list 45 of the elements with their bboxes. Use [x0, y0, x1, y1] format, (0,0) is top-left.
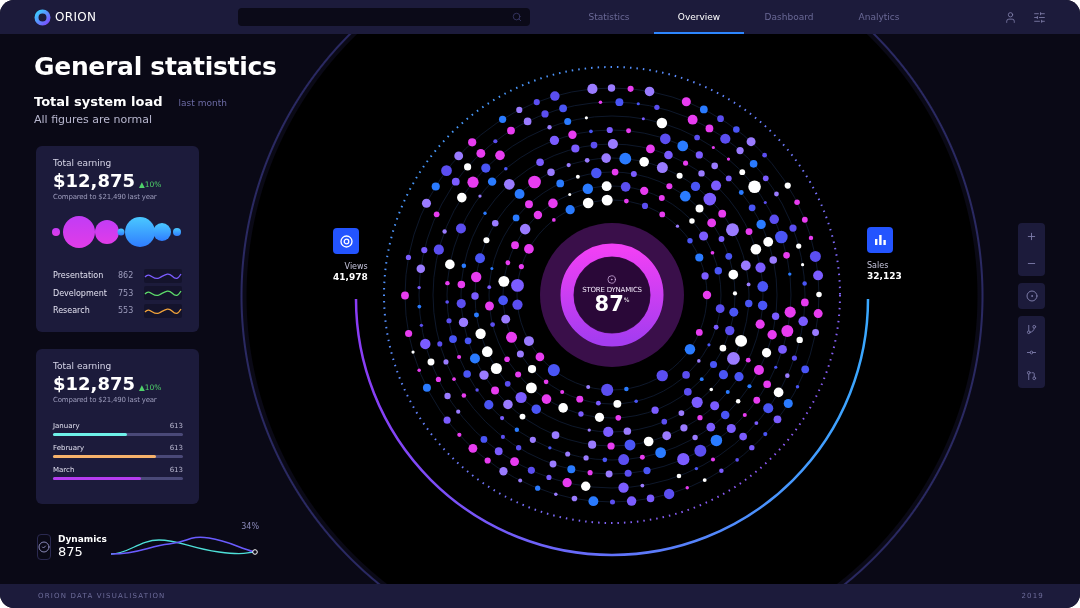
row-value: 753	[118, 288, 135, 298]
target-icon	[1025, 290, 1038, 302]
dynamics-percent: 34%	[241, 522, 259, 531]
pull-request-icon	[1026, 369, 1037, 381]
plus-icon	[1026, 230, 1037, 242]
earning-amount: $12,875	[53, 373, 135, 394]
row-label: Research	[53, 306, 91, 316]
settings-icon[interactable]	[1033, 10, 1046, 24]
section-title: Total system load	[34, 94, 163, 109]
search-icon	[512, 12, 522, 22]
row-value: 553	[118, 306, 135, 316]
nav-tab[interactable]: Dashboard	[744, 0, 834, 34]
period-label: last month	[178, 98, 227, 108]
sparkline	[144, 303, 182, 318]
sales-label: Sales	[867, 261, 889, 270]
check-circle-icon	[38, 541, 50, 553]
user-icon[interactable]	[1004, 10, 1017, 24]
sparkline	[144, 268, 182, 283]
logo-icon	[34, 8, 51, 26]
bar-chart-icon	[874, 235, 886, 245]
eye-icon	[339, 234, 353, 248]
target-icon	[607, 275, 617, 284]
nav-tab[interactable]: Statistics	[564, 0, 654, 34]
card-title: Total earning	[53, 158, 113, 168]
branch-icon	[1026, 323, 1037, 335]
earning-amount: $12,875	[53, 170, 135, 191]
status-text: All figures are normal	[34, 113, 154, 126]
sales-button[interactable]	[867, 227, 893, 253]
nav-tab[interactable]: Analytics	[834, 0, 924, 34]
dynamics-label: Dynamics	[58, 534, 107, 545]
views-button[interactable]	[333, 228, 359, 254]
logo-text: ORION	[55, 10, 97, 24]
card-title: Total earning	[53, 361, 113, 371]
sales-value: 32,123	[867, 271, 902, 281]
dynamics-value: 875	[58, 544, 83, 560]
views-value: 41,978	[333, 272, 368, 282]
center-value: 87	[594, 294, 624, 315]
page-title: General statistics	[34, 51, 277, 83]
views-label: Views	[344, 262, 368, 271]
sparkline	[144, 286, 182, 301]
search-field[interactable]	[238, 8, 530, 26]
row-label: Development	[53, 288, 108, 298]
row-value: 862	[118, 271, 135, 281]
row-label: Presentation	[53, 271, 105, 281]
dynamics-button[interactable]	[37, 534, 51, 560]
